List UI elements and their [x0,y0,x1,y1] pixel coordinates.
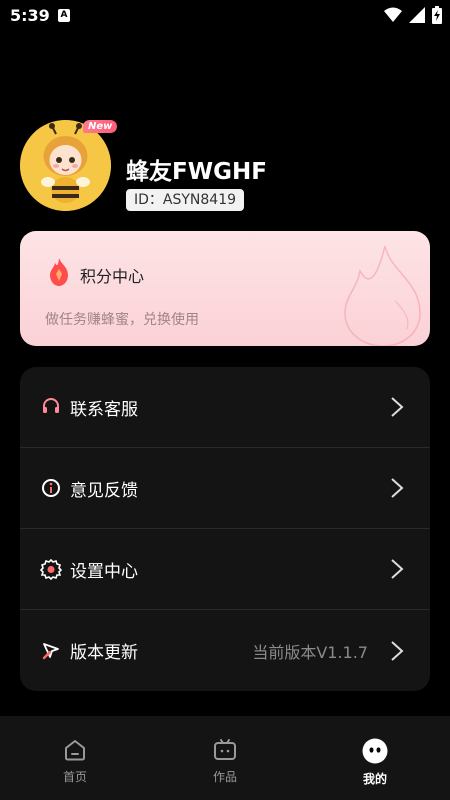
menu-item-settings[interactable]: 设置中心 [20,529,430,610]
home-icon [65,740,85,761]
points-description: 做任务赚蜂蜜，兑换使用 [45,312,199,328]
nav-item-home[interactable]: 首页 [35,738,115,785]
points-title: 积分中心 [80,267,145,286]
status-time: 5:39 [10,6,50,25]
version-value: 当前版本V1.1.7 [252,642,368,662]
info-icon [40,477,62,499]
chevron-right-icon [391,397,404,417]
chevron-right-icon [391,478,404,498]
menu-label: 版本更新 [70,643,138,663]
menu-label: 联系客服 [70,399,138,420]
flame-decoration-icon [344,245,421,346]
menu-item-version-update[interactable]: 版本更新 当前版本V1.1.7 [20,610,430,691]
nav-label: 我的 [362,772,387,786]
battery-icon [432,6,442,24]
points-center-card[interactable]: 积分中心 做任务赚蜂蜜，兑换使用 [20,231,430,346]
flame-icon [50,258,68,286]
menu-list: 联系客服 意见反馈 设置中心 版本更新 当前版本V1.1.7 [20,367,430,691]
nav-label: 作品 [212,770,237,784]
menu-label: 意见反馈 [70,480,138,501]
notification-icon: A [58,9,70,22]
chevron-right-icon [391,640,404,661]
avatar[interactable] [20,120,111,211]
nav-item-works[interactable]: 作品 [185,738,265,785]
rocket-icon [40,640,62,662]
status-bar: 5:39 A [0,0,450,32]
nav-item-mine[interactable]: 我的 [335,738,415,787]
menu-label: 设置中心 [70,561,138,582]
bottom-nav: 首页 作品 我的 [0,716,450,800]
username: 蜂友FWGHF [126,159,267,185]
new-badge: New [83,120,118,133]
menu-item-customer-service[interactable]: 联系客服 [20,367,430,448]
signal-icon [409,7,425,23]
user-id[interactable]: ID：ASYN8419 [126,189,245,211]
status-icons [384,6,442,24]
bee-mascot-icon [20,120,111,211]
wifi-icon [384,7,402,22]
profile-face-icon [362,738,388,764]
nav-label: 首页 [62,770,87,784]
menu-item-feedback[interactable]: 意见反馈 [20,448,430,529]
works-icon [214,739,236,760]
headset-icon [40,396,62,418]
chevron-right-icon [391,559,404,579]
gear-icon [40,558,62,580]
